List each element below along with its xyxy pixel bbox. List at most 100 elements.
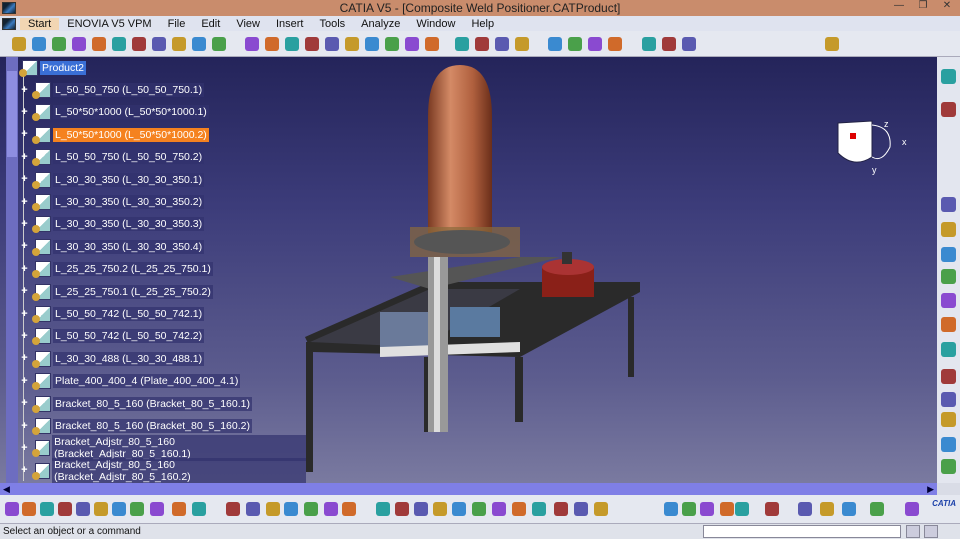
tree-item-label[interactable]: L_25_25_750.1 (L_25_25_750.2) — [53, 284, 213, 299]
toolbar-button-icon[interactable] — [941, 247, 956, 262]
expand-icon[interactable]: + — [20, 129, 29, 140]
toolbar-button-icon[interactable] — [342, 502, 356, 516]
tree-item[interactable]: + Plate_400_400_4 (Plate_400_400_4.1) — [20, 372, 241, 391]
toolbar-button-icon[interactable] — [870, 502, 884, 516]
toolbar-button-icon[interactable] — [32, 37, 46, 51]
tree-item[interactable]: + L_50_50_750 (L_50_50_750.1) — [20, 81, 205, 99]
tree-item[interactable]: + L_30_30_350 (L_30_30_350.4) — [20, 238, 205, 256]
tree-item[interactable]: + L_50*50*1000 (L_50*50*1000.2) — [20, 126, 209, 144]
toolbar-button-icon[interactable] — [765, 502, 779, 516]
tree-item-label[interactable]: L_50_50_742 (L_50_50_742.2) — [53, 329, 205, 344]
expand-icon[interactable]: + — [20, 420, 29, 431]
toolbar-button-icon[interactable] — [941, 459, 956, 474]
toolbar-button-icon[interactable] — [192, 502, 206, 516]
minimize-button[interactable]: — — [890, 0, 908, 11]
toolbar-button-icon[interactable] — [305, 37, 319, 51]
toolbar-button-icon[interactable] — [662, 37, 676, 51]
restore-button[interactable]: ❐ — [914, 0, 932, 11]
toolbar-button-icon[interactable] — [548, 37, 562, 51]
toolbar-button-icon[interactable] — [112, 502, 126, 516]
toolbar-button-icon[interactable] — [642, 37, 656, 51]
toolbar-button-icon[interactable] — [212, 37, 226, 51]
toolbar-button-icon[interactable] — [414, 502, 428, 516]
menu-tools[interactable]: Tools — [311, 18, 353, 30]
tree-item[interactable]: + L_50_50_750 (L_50_50_750.2) — [20, 148, 205, 167]
toolbar-button-icon[interactable] — [472, 502, 486, 516]
toolbar-button-icon[interactable] — [385, 37, 399, 51]
tree-item[interactable]: + Bracket_Adjstr_80_5_160 (Bracket_Adjstr… — [20, 457, 306, 484]
tree-item-label[interactable]: L_25_25_750.2 (L_25_25_750.1) — [53, 262, 213, 277]
expand-icon[interactable]: + — [20, 442, 29, 453]
toolbar-button-icon[interactable] — [172, 502, 186, 516]
menu-help[interactable]: Help — [463, 18, 502, 30]
toolbar-button-icon[interactable] — [226, 502, 240, 516]
document-icon[interactable] — [2, 17, 16, 30]
tree-item[interactable]: + L_25_25_750.2 (L_25_25_750.1) — [20, 260, 213, 279]
tree-item-label[interactable]: L_50*50*1000 (L_50*50*1000.2) — [53, 127, 209, 142]
command-input[interactable] — [703, 525, 901, 538]
tree-item[interactable]: + Bracket_80_5_160 (Bracket_80_5_160.1) — [20, 395, 252, 413]
toolbar-button-icon[interactable] — [941, 293, 956, 308]
toolbar-button-icon[interactable] — [941, 392, 956, 407]
toolbar-button-icon[interactable] — [554, 502, 568, 516]
expand-icon[interactable]: + — [20, 174, 29, 185]
toolbar-button-icon[interactable] — [492, 502, 506, 516]
toolbar-button-icon[interactable] — [682, 37, 696, 51]
toolbar-button-icon[interactable] — [941, 437, 956, 452]
expand-icon[interactable]: + — [20, 375, 29, 386]
expand-icon[interactable]: + — [20, 241, 29, 252]
toolbar-button-icon[interactable] — [245, 37, 259, 51]
toolbar-button-icon[interactable] — [515, 37, 529, 51]
toolbar-button-icon[interactable] — [92, 37, 106, 51]
tree-item[interactable]: + Bracket_80_5_160 (Bracket_80_5_160.2) — [20, 417, 252, 435]
tree-item[interactable]: + L_50_50_742 (L_50_50_742.2) — [20, 327, 205, 346]
toolbar-button-icon[interactable] — [76, 502, 90, 516]
tree-item-label[interactable]: L_30_30_350 (L_30_30_350.4) — [53, 239, 205, 254]
tree-root-label[interactable]: Product2 — [40, 61, 87, 75]
menu-enovia[interactable]: ENOVIA V5 VPM — [59, 18, 159, 30]
toolbar-button-icon[interactable] — [825, 37, 839, 51]
toolbar-button-icon[interactable] — [284, 502, 298, 516]
toolbar-button-icon[interactable] — [820, 502, 834, 516]
toolbar-button-icon[interactable] — [12, 37, 26, 51]
tree-item-label[interactable]: Plate_400_400_4 (Plate_400_400_4.1) — [53, 374, 241, 389]
toolbar-button-icon[interactable] — [324, 502, 338, 516]
tree-item[interactable]: + L_30_30_350 (L_30_30_350.2) — [20, 193, 205, 211]
toolbar-button-icon[interactable] — [941, 412, 956, 427]
menu-window[interactable]: Window — [408, 18, 463, 30]
toolbar-button-icon[interactable] — [365, 37, 379, 51]
tree-item-label[interactable]: Bracket_80_5_160 (Bracket_80_5_160.2) — [53, 419, 252, 433]
tree-root[interactable]: Product2 — [16, 59, 87, 77]
toolbar-button-icon[interactable] — [304, 502, 318, 516]
tree-item-label[interactable]: Bracket_80_5_160 (Bracket_80_5_160.1) — [53, 396, 252, 411]
tree-item[interactable]: + Bracket_Adjstr_80_5_160 (Bracket_Adjstr… — [20, 435, 306, 462]
toolbar-button-icon[interactable] — [842, 502, 856, 516]
toolbar-button-icon[interactable] — [588, 37, 602, 51]
toolbar-button-icon[interactable] — [455, 37, 469, 51]
tree-item-label[interactable]: L_50_50_750 (L_50_50_750.2) — [53, 150, 205, 165]
toolbar-button-icon[interactable] — [594, 502, 608, 516]
toolbar-button-icon[interactable] — [700, 502, 714, 516]
expand-icon[interactable]: + — [20, 106, 29, 117]
expand-icon[interactable]: + — [20, 398, 29, 409]
menu-view[interactable]: View — [228, 18, 268, 30]
toolbar-button-icon[interactable] — [265, 37, 279, 51]
toolbar-button-icon[interactable] — [192, 37, 206, 51]
expand-icon[interactable]: + — [20, 263, 29, 274]
tree-item-label[interactable]: L_30_30_488 (L_30_30_488.1) — [53, 351, 205, 366]
scroll-right-arrow[interactable]: ▶ — [927, 484, 934, 495]
tree-item-label[interactable]: L_50*50*1000 (L_50*50*1000.1) — [53, 105, 209, 120]
toolbar-button-icon[interactable] — [568, 37, 582, 51]
toolbar-button-icon[interactable] — [58, 502, 72, 516]
toolbar-button-icon[interactable] — [532, 502, 546, 516]
menu-edit[interactable]: Edit — [193, 18, 228, 30]
expand-icon[interactable]: + — [20, 218, 29, 229]
close-button[interactable]: ✕ — [938, 0, 956, 11]
expand-icon[interactable]: + — [20, 353, 29, 364]
toolbar-button-icon[interactable] — [246, 502, 260, 516]
toolbar-button-icon[interactable] — [735, 502, 749, 516]
toolbar-button-icon[interactable] — [285, 37, 299, 51]
tree-item[interactable]: + L_50*50*1000 (L_50*50*1000.1) — [20, 103, 209, 122]
compass-widget[interactable]: z x y — [832, 117, 912, 187]
status-button-2[interactable] — [924, 525, 938, 538]
